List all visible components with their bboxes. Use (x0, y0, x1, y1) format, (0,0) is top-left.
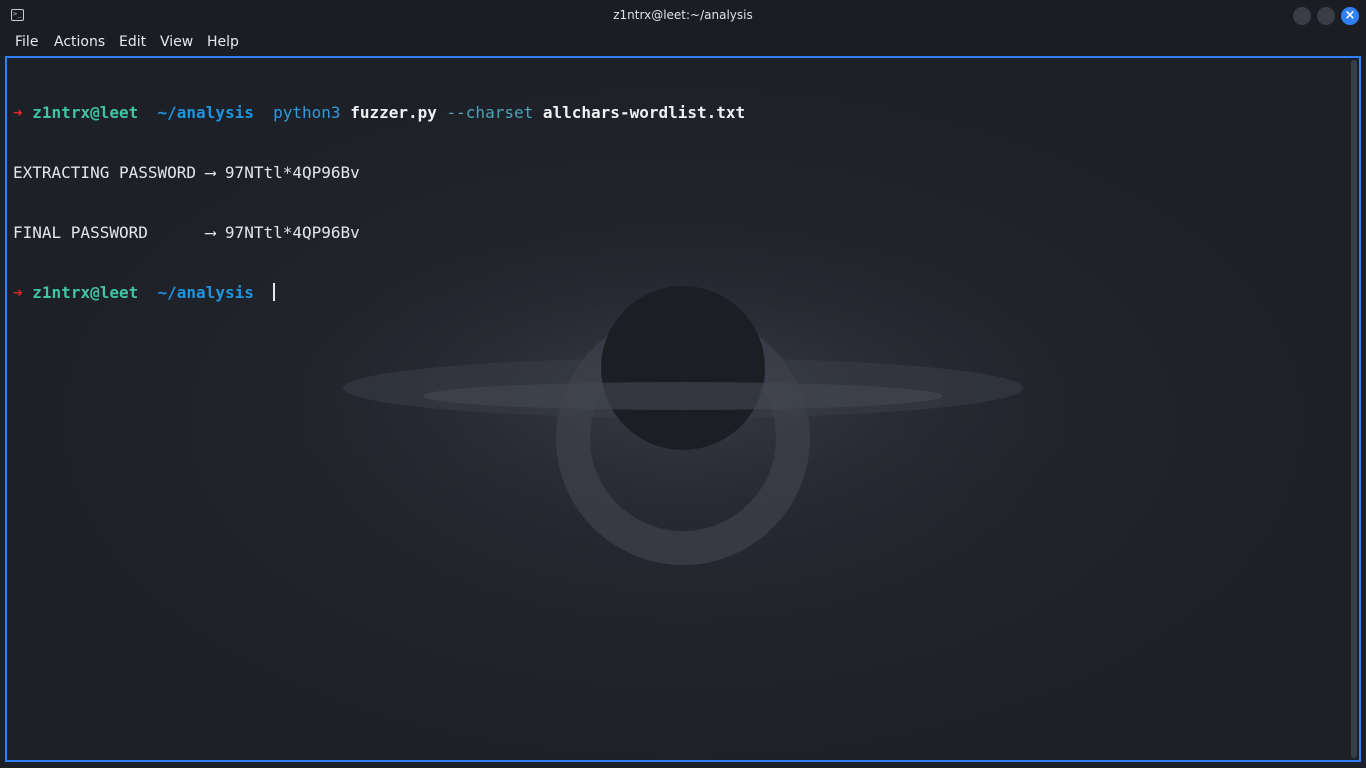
menu-actions[interactable]: Actions (54, 34, 105, 50)
menu-file[interactable]: File (15, 34, 38, 50)
menu-bar: File Actions Edit View Help (0, 31, 1366, 56)
prompt-line[interactable]: ➜ z1ntrx@leet ~/analysis (13, 283, 745, 303)
command-flag: --charset (446, 103, 534, 122)
terminal-pane[interactable]: ➜ z1ntrx@leet ~/analysis python3 fuzzer.… (5, 56, 1361, 762)
prompt-user: z1ntrx (32, 283, 91, 302)
window-title: z1ntrx@leet:~/analysis (613, 8, 753, 22)
prompt-arrow-icon: ➜ (13, 283, 23, 302)
prompt-at: @ (90, 103, 100, 122)
menu-help[interactable]: Help (207, 34, 239, 50)
prompt-host: leet (99, 103, 139, 122)
menu-view[interactable]: View (160, 34, 193, 50)
command-arg: allchars-wordlist.txt (542, 103, 746, 122)
prompt-cwd: ~/analysis (157, 103, 254, 122)
prompt-user: z1ntrx (32, 103, 91, 122)
scrollbar[interactable] (1351, 60, 1357, 758)
command-line: ➜ z1ntrx@leet ~/analysis python3 fuzzer.… (13, 103, 745, 123)
output-line: EXTRACTING PASSWORD ⟶ 97NTtl*4QP96Bv (13, 163, 360, 182)
menu-edit[interactable]: Edit (119, 34, 146, 50)
prompt-at: @ (90, 283, 100, 302)
maximize-button[interactable] (1317, 7, 1335, 25)
close-icon: × (1344, 8, 1356, 23)
title-bar: >_ z1ntrx@leet:~/analysis × (0, 0, 1366, 31)
text-cursor (273, 283, 276, 301)
minimize-button[interactable] (1293, 7, 1311, 25)
prompt-host: leet (99, 283, 139, 302)
output-line: FINAL PASSWORD ⟶ 97NTtl*4QP96Bv (13, 223, 360, 242)
close-button[interactable]: × (1341, 7, 1359, 25)
command-file: fuzzer.py (350, 103, 437, 122)
prompt-cwd: ~/analysis (157, 283, 254, 302)
prompt-arrow-icon: ➜ (13, 103, 23, 122)
terminal-output: ➜ z1ntrx@leet ~/analysis python3 fuzzer.… (13, 63, 745, 343)
command-python: python3 (273, 103, 341, 122)
